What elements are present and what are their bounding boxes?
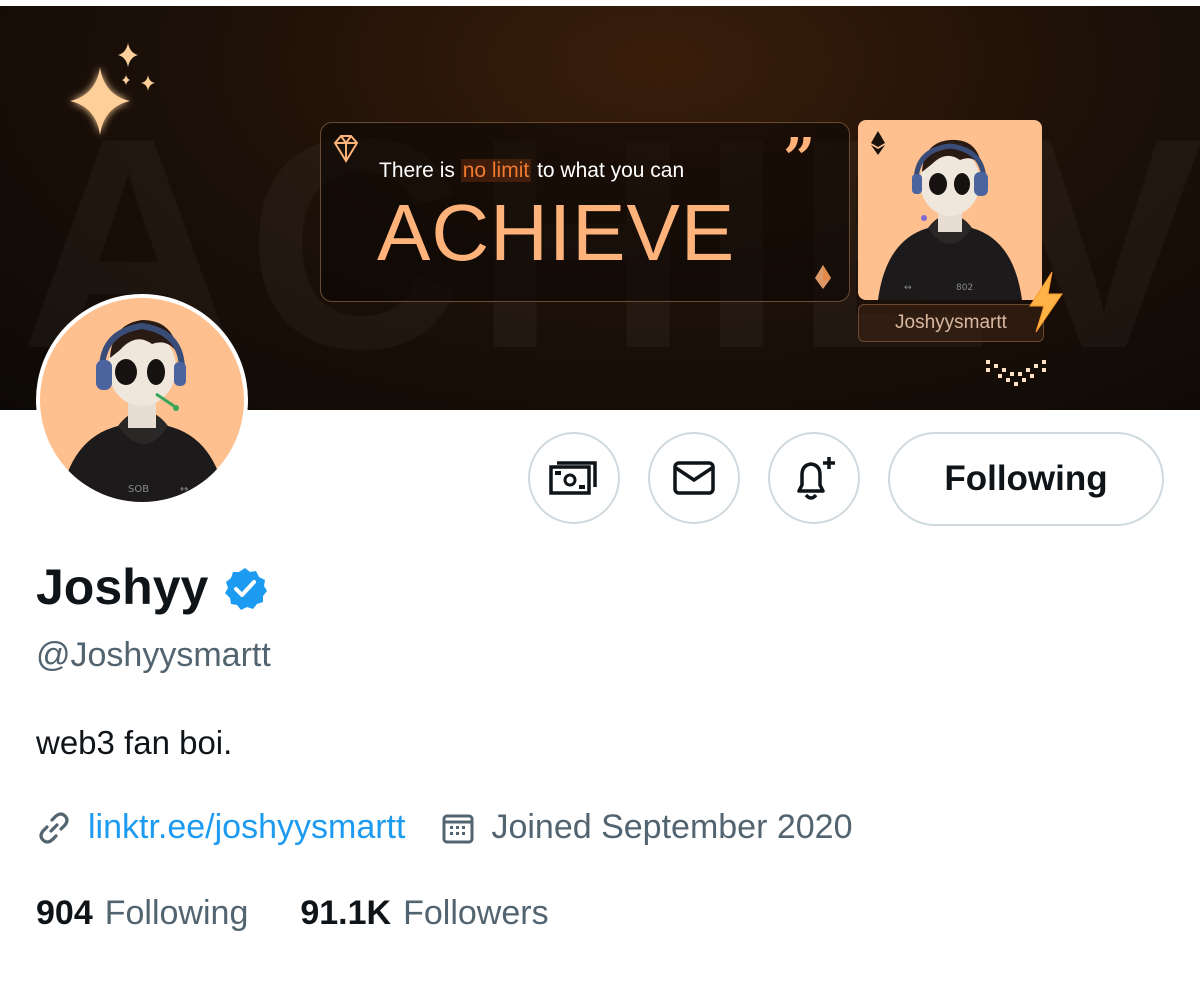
banner-top-strip xyxy=(0,0,1200,6)
ethereum-icon xyxy=(871,131,885,155)
quote-prefix: There is xyxy=(379,159,455,182)
nft-card: ↔ 802 xyxy=(858,120,1042,300)
profile-meta: linktr.ee/joshyysmartt Joined September … xyxy=(36,808,853,847)
banner-quote-line: There is no limit to what you can xyxy=(379,159,684,183)
message-button[interactable] xyxy=(648,432,740,524)
profile-stats: 904 Following 91.1K Followers xyxy=(36,894,549,933)
avatar-character-icon: SOB ↔ xyxy=(60,320,226,502)
followers-stat[interactable]: 91.1K Followers xyxy=(300,894,548,933)
notifications-button[interactable] xyxy=(768,432,860,524)
profile-avatar[interactable]: SOB ↔ xyxy=(36,294,248,506)
ethereum-icon xyxy=(815,265,831,289)
quote-suffix: to what you can xyxy=(537,159,685,182)
link-icon xyxy=(39,811,69,844)
tips-button[interactable] xyxy=(528,432,620,524)
quote-box: ” There is no limit to what you can ACHI… xyxy=(320,122,850,302)
calendar-icon xyxy=(442,814,474,843)
message-envelope-icon xyxy=(673,461,715,495)
lightning-bolt-icon xyxy=(1029,271,1063,333)
dot-chevron-icon xyxy=(986,360,1046,386)
following-button[interactable]: Following xyxy=(888,432,1164,526)
svg-text:↔: ↔ xyxy=(180,484,188,495)
following-label: Following xyxy=(104,894,249,932)
display-name-row: Joshyy xyxy=(36,558,268,616)
svg-text:SOB: SOB xyxy=(128,484,149,495)
banner-headline: ACHIEVE xyxy=(377,188,736,277)
following-stat[interactable]: 904 Following xyxy=(36,894,248,933)
quote-mark-icon: ” xyxy=(783,126,816,192)
svg-text:802: 802 xyxy=(956,283,973,293)
verified-badge-icon[interactable] xyxy=(222,566,268,612)
followers-label: Followers xyxy=(403,894,549,932)
avatar-image: SOB ↔ xyxy=(40,298,244,502)
svg-text:↔: ↔ xyxy=(904,283,912,293)
profile-handle: @Joshyysmartt xyxy=(36,636,271,674)
profile-link[interactable]: linktr.ee/joshyysmartt xyxy=(88,808,405,847)
following-count: 904 xyxy=(36,894,93,932)
quote-highlight: no limit xyxy=(460,159,532,182)
tips-money-icon xyxy=(549,461,597,495)
profile-bio: web3 fan boi. xyxy=(36,724,233,761)
followers-count: 91.1K xyxy=(300,894,392,932)
diamond-icon xyxy=(333,135,359,163)
sparkle-icon xyxy=(70,43,155,135)
nft-card-name: Joshyysmartt xyxy=(858,304,1044,342)
joined-date: Joined September 2020 xyxy=(491,808,853,846)
notification-bell-plus-icon xyxy=(797,457,835,500)
display-name: Joshyy xyxy=(36,559,209,615)
